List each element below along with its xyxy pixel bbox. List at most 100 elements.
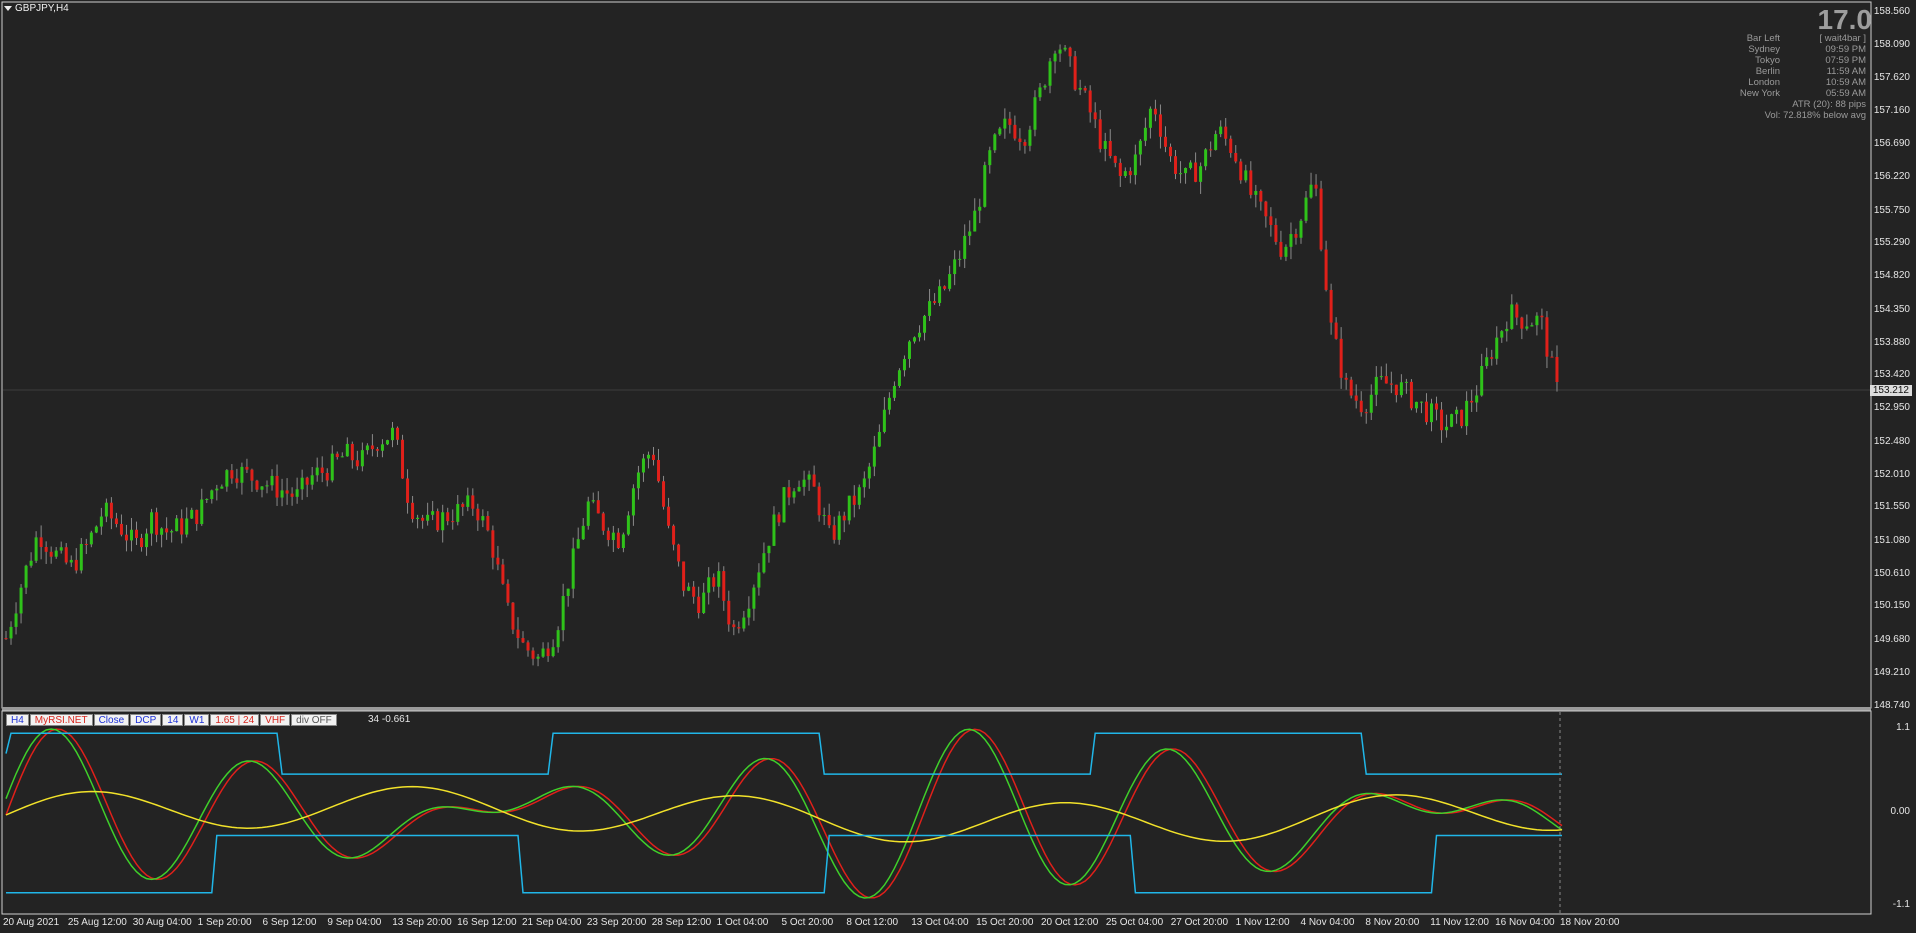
candle-body <box>1133 154 1137 176</box>
candle-body <box>245 466 249 470</box>
candle-body <box>1083 87 1087 91</box>
candle-body <box>621 534 625 548</box>
candle-body <box>401 439 405 479</box>
candle-body <box>1088 90 1092 113</box>
spread-big-number: 17.0 <box>1817 4 1873 35</box>
candle-body <box>375 449 379 451</box>
candle-body <box>857 487 861 505</box>
candle-body <box>275 475 279 498</box>
candle-body <box>1329 289 1333 323</box>
time-tick-label: 28 Sep 12:00 <box>651 917 712 928</box>
button-dcp[interactable]: DCP <box>130 714 162 726</box>
price-tick-label: 148.740 <box>1873 700 1910 711</box>
candle-body <box>160 528 164 535</box>
candle-body <box>551 647 555 657</box>
symbol-text: GBPJPY,H4 <box>15 3 69 14</box>
candle-body <box>1269 216 1273 225</box>
candle-body <box>1535 315 1539 326</box>
time-tick-label: 13 Sep 20:00 <box>392 917 452 928</box>
candle-body <box>501 564 505 584</box>
candle-body <box>1098 119 1102 149</box>
candle-body <box>94 526 98 533</box>
candle-body <box>1505 328 1509 332</box>
dropdown-triangle-icon[interactable] <box>4 5 12 11</box>
time-tick-label: 1 Sep 20:00 <box>197 917 252 928</box>
candle-body <box>606 530 610 541</box>
candle-body <box>581 525 585 540</box>
candle-body <box>240 466 244 483</box>
candle-body <box>1314 184 1318 189</box>
button-price-type[interactable]: Close <box>93 714 130 726</box>
candle-body <box>59 547 63 551</box>
candle-body <box>1073 56 1077 90</box>
candle-body <box>1033 97 1037 130</box>
candle-body <box>847 495 851 521</box>
button-period[interactable]: 14 <box>162 714 184 726</box>
candle-body <box>913 337 917 342</box>
candle-body <box>24 565 28 588</box>
candle-body <box>797 486 801 492</box>
candle-body <box>923 315 927 333</box>
candle-body <box>1143 127 1147 141</box>
candle-body <box>1204 149 1208 167</box>
time-tick-label: 16 Sep 12:00 <box>457 917 517 928</box>
button-divergence[interactable]: div OFF <box>291 714 337 726</box>
candle-body <box>1460 409 1464 427</box>
button-params[interactable]: 1.65 | 24 <box>210 714 260 726</box>
candle-body <box>446 512 450 522</box>
candle-body <box>64 547 68 563</box>
button-vhf[interactable]: VHF <box>260 714 291 726</box>
candle-body <box>1364 412 1368 414</box>
time-tick-label: 6 Sep 12:00 <box>262 917 317 928</box>
candle-body <box>491 530 495 558</box>
price-tick-label: 155.290 <box>1873 237 1910 249</box>
candle-body <box>536 656 540 659</box>
candle-body <box>370 445 374 450</box>
time-tick-label: 27 Oct 20:00 <box>1170 917 1229 928</box>
candle-body <box>330 453 334 481</box>
time-tick-label: 15 Oct 20:00 <box>976 917 1034 928</box>
candle-body <box>727 600 731 625</box>
candle-body <box>325 472 329 481</box>
chart-canvas[interactable] <box>0 0 1916 933</box>
candle-body <box>426 514 430 521</box>
time-tick-label: 23 Sep 20:00 <box>586 917 647 928</box>
button-indicator-name[interactable]: MyRSI.NET <box>29 714 93 726</box>
candle-body <box>305 477 309 485</box>
candle-body <box>1038 87 1042 98</box>
candle-body <box>421 517 425 521</box>
candle-body <box>762 553 766 573</box>
candle-body <box>205 499 209 501</box>
chart-window[interactable]: GBPJPY,H4 17.0 Bar Left[ wait4bar ] Sydn… <box>0 0 1916 933</box>
candle-body <box>1053 53 1057 62</box>
time-tick-label: 16 Nov 04:00 <box>1495 917 1555 928</box>
button-higher-tf[interactable]: W1 <box>184 714 210 726</box>
candle-body <box>611 532 615 541</box>
candle-body <box>531 650 535 659</box>
candle-body <box>250 469 254 481</box>
candle-body <box>1399 382 1403 396</box>
candle-body <box>636 472 640 489</box>
candle-body <box>1229 138 1233 153</box>
candle-body <box>963 235 967 259</box>
candle-body <box>1123 171 1127 176</box>
candle-body <box>1179 173 1183 175</box>
candle-body <box>4 638 8 640</box>
candle-body <box>476 508 480 521</box>
price-tick-label: 157.160 <box>1873 104 1910 116</box>
candle-body <box>1520 317 1524 329</box>
button-timeframe[interactable]: H4 <box>6 714 29 726</box>
candle-body <box>772 514 776 546</box>
candle-body <box>365 445 369 451</box>
candle-body <box>155 512 159 535</box>
candle-body <box>481 516 485 521</box>
candle-body <box>747 608 751 618</box>
candle-body <box>993 134 997 151</box>
candle-body <box>1369 394 1373 413</box>
candle-body <box>1490 357 1494 359</box>
candle-body <box>767 545 771 554</box>
time-tick-label: 20 Aug 2021 <box>3 917 60 928</box>
symbol-label[interactable]: GBPJPY,H4 <box>4 3 69 14</box>
candle-body <box>1394 384 1398 396</box>
candle-body <box>822 515 826 517</box>
